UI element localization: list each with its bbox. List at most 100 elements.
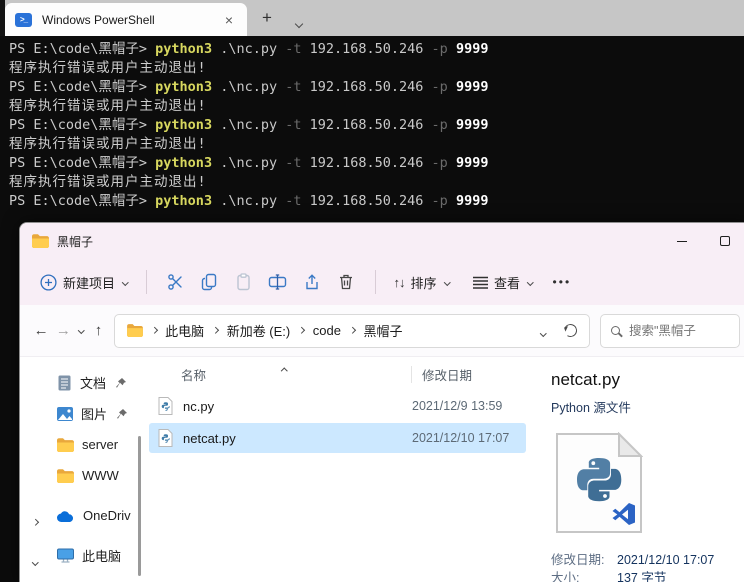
refresh-button[interactable] xyxy=(562,322,579,339)
explorer-address-row: ← → ↑ 此电脑 新加卷 (E:) code 黑帽子 xyxy=(20,305,744,357)
file-row-nc-py[interactable]: nc.py 2021/12/9 13:59 xyxy=(149,391,526,421)
file-name: netcat.py xyxy=(183,430,236,446)
sort-button[interactable]: ↑↓ 排序 xyxy=(388,267,456,298)
flag-t: -t xyxy=(285,155,302,171)
view-button[interactable]: 查看 xyxy=(467,267,539,298)
up-button[interactable]: ↑ xyxy=(87,322,109,339)
plus-circle-icon xyxy=(40,273,57,291)
breadcrumb-code[interactable]: code xyxy=(313,323,341,338)
search-box[interactable] xyxy=(599,313,740,348)
sidebar-item-pictures[interactable]: 图片 xyxy=(20,398,141,429)
file-row-netcat-py[interactable]: netcat.py 2021/12/10 17:07 xyxy=(149,423,526,453)
chevron-right-icon xyxy=(150,327,158,334)
script-arg: .\nc.py xyxy=(212,193,286,209)
chevron-right-icon xyxy=(298,327,305,334)
details-properties: 修改日期: 2021/12/10 17:07 大小: 137 字节 创建日期: … xyxy=(551,551,744,582)
chevron-down-icon xyxy=(32,558,39,565)
sort-ascending-icon xyxy=(281,362,288,376)
paste-icon xyxy=(236,273,250,291)
share-button[interactable] xyxy=(295,267,329,297)
toolbar-divider xyxy=(374,270,376,294)
tab-windows-powershell[interactable]: >_ Windows PowerShell × xyxy=(5,3,247,36)
sidebar-item-www[interactable]: WWW xyxy=(20,460,141,491)
maximize-icon xyxy=(720,236,730,246)
new-item-button[interactable]: 新建项目 xyxy=(34,267,134,298)
copy-icon xyxy=(201,273,216,291)
sidebar-item-documents[interactable]: 文档 xyxy=(20,367,141,398)
breadcrumb-this-pc[interactable]: 此电脑 xyxy=(165,321,204,340)
sidebar-item-onedrive[interactable]: OneDriv xyxy=(20,500,141,531)
details-file-type: Python 源文件 xyxy=(551,401,631,415)
minimize-button[interactable] xyxy=(677,240,687,242)
expand-chevron[interactable] xyxy=(32,512,39,527)
flag-p: -p xyxy=(431,79,448,95)
port-arg: 9999 xyxy=(447,41,489,57)
see-more-button[interactable]: ••• xyxy=(553,275,572,289)
collapse-chevron[interactable] xyxy=(32,552,39,567)
recent-locations-button[interactable] xyxy=(74,327,87,334)
view-label: 查看 xyxy=(494,275,521,291)
copy-button[interactable] xyxy=(193,267,227,297)
rename-icon xyxy=(268,274,287,290)
ip-arg: 192.168.50.246 xyxy=(301,155,432,171)
ip-arg: 192.168.50.246 xyxy=(301,41,432,57)
cut-button[interactable] xyxy=(159,267,193,297)
paste-button[interactable] xyxy=(227,267,261,297)
file-list-pane: 名称 修改日期 nc.py 2021/12/9 13:59 netcat.py … xyxy=(141,357,535,582)
picture-icon xyxy=(57,406,73,421)
onedrive-icon xyxy=(57,510,73,522)
property-label: 修改日期: xyxy=(551,553,605,567)
delete-button[interactable] xyxy=(329,267,363,297)
terminal-content[interactable]: PS E:\code\黑帽子> python3 .\nc.py -t 192.1… xyxy=(0,36,744,222)
column-header-name[interactable]: 名称 xyxy=(141,365,206,384)
ip-arg: 192.168.50.246 xyxy=(301,117,432,133)
prompt-text: PS E:\code\黑帽子> xyxy=(9,193,156,209)
prompt-text: PS E:\code\黑帽子> xyxy=(9,41,156,57)
command-text: python3 xyxy=(155,79,213,95)
chevron-right-icon xyxy=(32,518,39,525)
maximize-button[interactable] xyxy=(720,236,730,246)
chevron-down-icon xyxy=(122,278,129,286)
script-arg: .\nc.py xyxy=(212,41,286,57)
flag-p: -p xyxy=(431,193,448,209)
python-file-icon xyxy=(158,429,173,447)
back-button[interactable]: ← xyxy=(30,322,52,339)
new-tab-button[interactable]: + xyxy=(262,8,272,28)
column-divider[interactable] xyxy=(411,366,412,383)
breadcrumb-heimaozi[interactable]: 黑帽子 xyxy=(363,321,402,340)
sidebar-item-label: WWW xyxy=(82,468,119,483)
address-dropdown-button[interactable] xyxy=(540,323,547,338)
flag-p: -p xyxy=(431,155,448,171)
property-row-size: 大小: 137 字节 xyxy=(551,569,744,582)
navigation-pane: 文档 图片 server WWW OneDriv 此电脑 xyxy=(20,357,141,582)
terminal-command-line: PS E:\code\黑帽子> python3 .\nc.py -t 192.1… xyxy=(9,40,744,59)
rename-button[interactable] xyxy=(261,267,295,297)
terminal-command-line: PS E:\code\黑帽子> python3 .\nc.py -t 192.1… xyxy=(9,116,744,135)
scissors-icon xyxy=(167,274,182,290)
prompt-text: PS E:\code\黑帽子> xyxy=(9,79,156,95)
close-tab-icon[interactable]: × xyxy=(221,12,237,28)
sidebar-item-this-pc[interactable]: 此电脑 xyxy=(20,540,141,571)
flag-p: -p xyxy=(431,117,448,133)
terminal-command-line: PS E:\code\黑帽子> python3 .\nc.py -t 192.1… xyxy=(9,78,744,97)
address-bar[interactable]: 此电脑 新加卷 (E:) code 黑帽子 xyxy=(113,313,590,348)
tab-dropdown-button[interactable] xyxy=(294,14,304,32)
search-input[interactable] xyxy=(628,323,729,338)
chevron-up-icon xyxy=(281,367,288,374)
flag-t: -t xyxy=(285,41,302,57)
details-file-name: netcat.py xyxy=(551,370,620,389)
folder-icon xyxy=(32,234,49,248)
port-arg: 9999 xyxy=(447,155,489,171)
flag-p: -p xyxy=(431,41,448,57)
property-value: 137 字节 xyxy=(617,571,667,582)
window-title: 黑帽子 xyxy=(57,234,94,249)
sidebar-item-server[interactable]: server xyxy=(20,429,141,460)
folder-icon xyxy=(126,324,143,337)
forward-button[interactable]: → xyxy=(52,322,74,339)
column-header-modified[interactable]: 修改日期 xyxy=(422,365,472,384)
property-value: 2021/12/10 17:07 xyxy=(617,553,715,567)
breadcrumb-drive-e[interactable]: 新加卷 (E:) xyxy=(227,321,291,340)
script-arg: .\nc.py xyxy=(212,79,286,95)
view-lines-icon xyxy=(473,276,489,289)
property-label: 大小: xyxy=(551,571,580,582)
